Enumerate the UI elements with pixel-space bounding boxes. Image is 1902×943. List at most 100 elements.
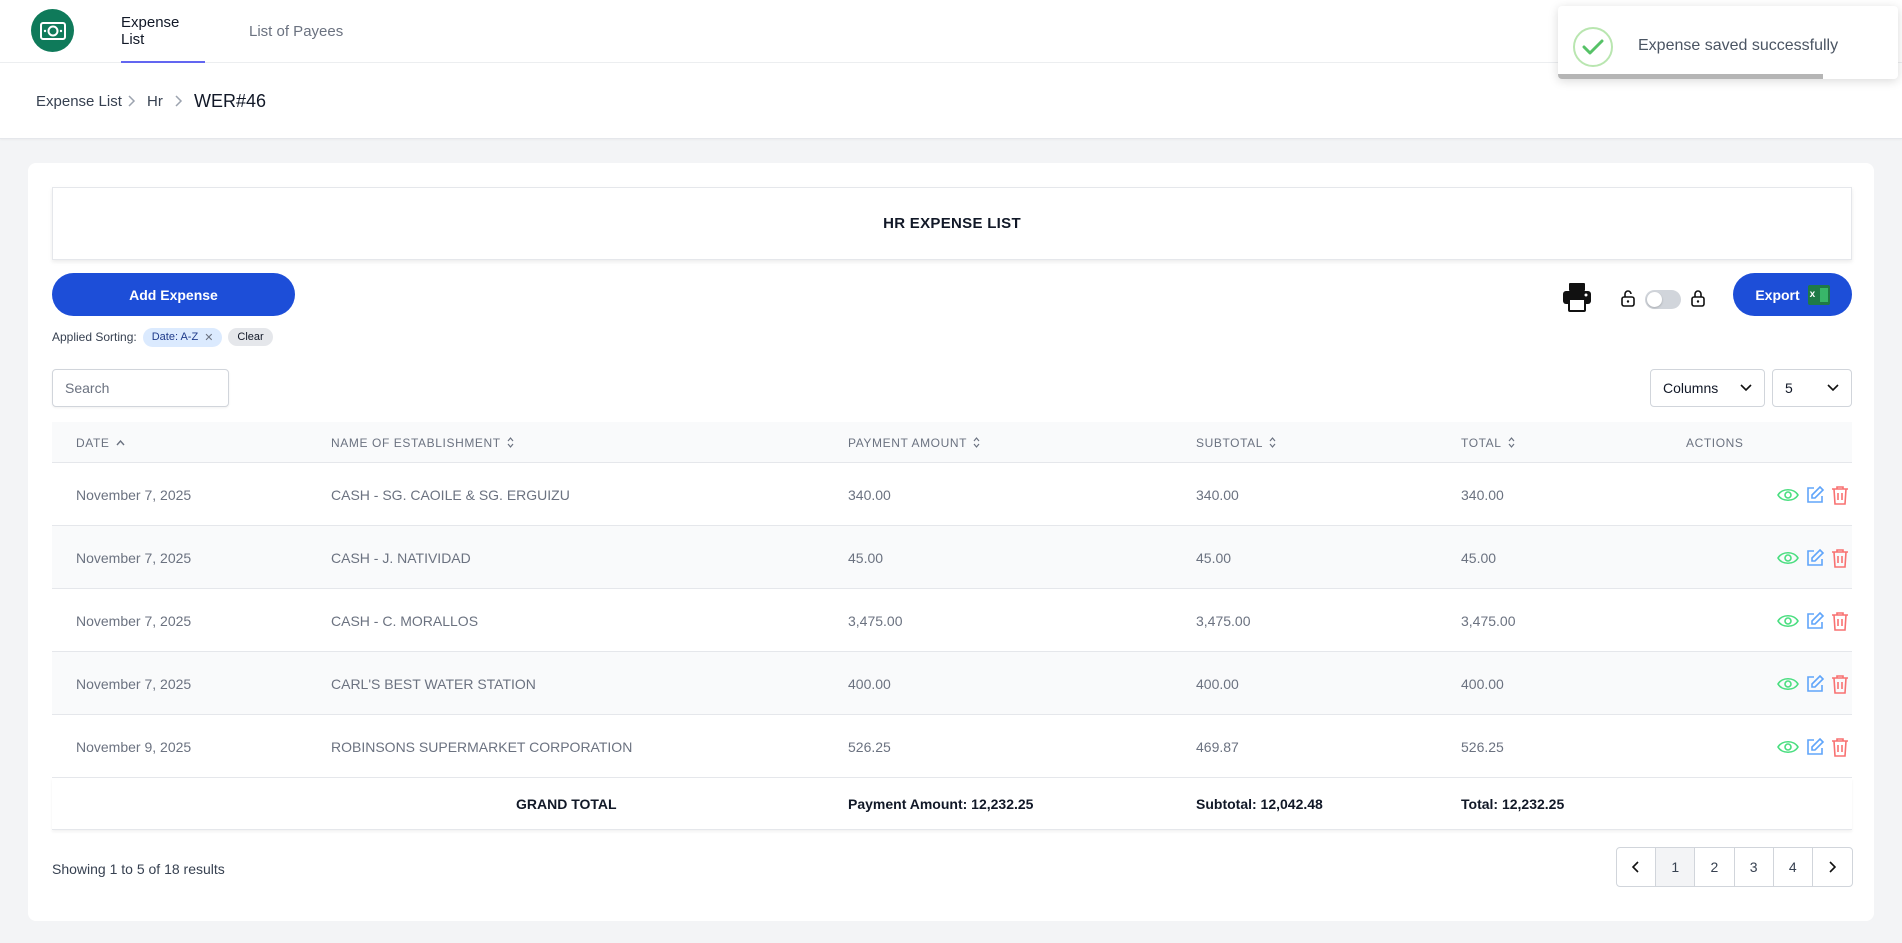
cell-total: 526.25	[1461, 738, 1504, 755]
chevron-down-icon	[1827, 384, 1839, 392]
edit-icon[interactable]	[1805, 485, 1825, 505]
grand-total-row: GRAND TOTAL Payment Amount: 12,232.25 Su…	[52, 778, 1852, 830]
app-logo[interactable]	[31, 9, 74, 52]
header-payment-label: PAYMENT AMOUNT	[848, 435, 968, 450]
eye-icon[interactable]	[1777, 550, 1799, 566]
cell-name: CASH - C. MORALLOS	[331, 612, 479, 629]
sort-icon	[973, 437, 980, 448]
edit-icon[interactable]	[1805, 548, 1825, 568]
table-row[interactable]: November 9, 2025 ROBINSONS SUPERMARKET C…	[52, 715, 1852, 778]
trash-icon[interactable]	[1831, 548, 1849, 568]
eye-icon[interactable]	[1777, 487, 1799, 503]
breadcrumb-hr[interactable]: Hr	[147, 63, 163, 139]
header-total[interactable]: TOTAL	[1461, 422, 1515, 463]
expense-card: HR EXPENSE LIST Add Expense Export x App…	[28, 163, 1874, 921]
breadcrumb-expense-list[interactable]: Expense List	[36, 63, 122, 139]
table-header: DATE NAME OF ESTABLISHMENT PAYMENT AMOUN…	[52, 422, 1852, 463]
check-icon	[1573, 27, 1613, 67]
cell-total: 45.00	[1461, 549, 1497, 566]
row-actions	[1777, 715, 1849, 778]
table-row[interactable]: November 7, 2025 CASH - SG. CAOILE & SG.…	[52, 463, 1852, 526]
page-3-button[interactable]: 3	[1735, 848, 1774, 886]
trash-icon[interactable]	[1831, 485, 1849, 505]
cell-subtotal: 3,475.00	[1196, 612, 1251, 629]
toast-message: Expense saved successfully	[1638, 37, 1839, 54]
sort-chip-label: Date: A-Z	[151, 331, 199, 343]
lock-toggle[interactable]	[1645, 290, 1681, 309]
cell-payment: 340.00	[848, 486, 891, 503]
table-row[interactable]: November 7, 2025 CARL'S BEST WATER STATI…	[52, 652, 1852, 715]
chevron-left-icon	[1632, 861, 1639, 873]
row-actions	[1777, 463, 1849, 526]
success-toast[interactable]: Expense saved successfully	[1558, 6, 1898, 79]
chevron-right-icon	[173, 63, 183, 139]
rows-per-page-value: 5	[1785, 380, 1793, 396]
cell-name: ROBINSONS SUPERMARKET CORPORATION	[331, 738, 633, 755]
applied-sorting-label: Applied Sorting:	[52, 330, 137, 344]
trash-icon[interactable]	[1831, 611, 1849, 631]
cell-total: 400.00	[1461, 675, 1504, 692]
pagination: 1 2 3 4	[1616, 847, 1853, 887]
cell-name: CASH - SG. CAOILE & SG. ERGUIZU	[331, 486, 570, 503]
row-actions	[1777, 589, 1849, 652]
edit-icon[interactable]	[1805, 611, 1825, 631]
tab-list-of-payees[interactable]: List of Payees	[249, 0, 343, 63]
page-4-button[interactable]: 4	[1774, 848, 1813, 886]
page-1-button[interactable]: 1	[1656, 848, 1696, 886]
tab-expense-list[interactable]: Expense List	[121, 0, 205, 63]
prev-page-button[interactable]	[1617, 848, 1657, 886]
page-2-button[interactable]: 2	[1695, 848, 1735, 886]
search-input[interactable]	[52, 369, 229, 407]
table-row[interactable]: November 7, 2025 CASH - J. NATIVIDAD 45.…	[52, 526, 1852, 589]
add-expense-button[interactable]: Add Expense	[52, 273, 295, 316]
columns-select[interactable]: Columns	[1650, 369, 1765, 407]
columns-select-label: Columns	[1663, 380, 1719, 396]
breadcrumb-current: WER#46	[194, 90, 267, 111]
edit-icon[interactable]	[1805, 737, 1825, 757]
cell-subtotal: 45.00	[1196, 549, 1232, 566]
cell-payment: 3,475.00	[848, 612, 903, 629]
trash-icon[interactable]	[1831, 674, 1849, 694]
cell-date: November 7, 2025	[76, 486, 192, 503]
lock-icon	[1689, 289, 1707, 307]
header-subtotal[interactable]: SUBTOTAL	[1196, 422, 1276, 463]
sort-asc-icon	[115, 439, 125, 445]
cell-payment: 526.25	[848, 738, 891, 755]
clear-sorting-button[interactable]: Clear	[228, 328, 273, 346]
header-name[interactable]: NAME OF ESTABLISHMENT	[331, 422, 514, 463]
header-actions: ACTIONS	[1686, 435, 1744, 450]
rows-per-page-select[interactable]: 5	[1772, 369, 1852, 407]
export-button[interactable]: Export x	[1733, 273, 1852, 316]
excel-icon: x	[1807, 284, 1830, 305]
sort-icon	[507, 437, 514, 448]
cell-total: 3,475.00	[1461, 612, 1516, 629]
cell-payment: 400.00	[848, 675, 891, 692]
cell-subtotal: 340.00	[1196, 486, 1239, 503]
money-icon	[39, 21, 66, 40]
eye-icon[interactable]	[1777, 739, 1799, 755]
next-page-button[interactable]	[1813, 848, 1852, 886]
trash-icon[interactable]	[1831, 737, 1849, 757]
grand-total-total: Total: 12,232.25	[1461, 796, 1565, 812]
eye-icon[interactable]	[1777, 613, 1799, 629]
cell-subtotal: 469.87	[1196, 738, 1239, 755]
table-row[interactable]: November 7, 2025 CASH - C. MORALLOS 3,47…	[52, 589, 1852, 652]
printer-icon[interactable]	[1561, 282, 1593, 312]
header-date[interactable]: DATE	[76, 422, 125, 463]
header-name-label: NAME OF ESTABLISHMENT	[331, 435, 501, 450]
close-icon[interactable]: ✕	[204, 331, 213, 344]
cell-name: CASH - J. NATIVIDAD	[331, 549, 471, 566]
grand-total-payment: Payment Amount: 12,232.25	[848, 796, 1034, 812]
edit-icon[interactable]	[1805, 674, 1825, 694]
header-total-label: TOTAL	[1461, 435, 1502, 450]
row-actions	[1777, 526, 1849, 589]
page-title: HR EXPENSE LIST	[52, 187, 1852, 260]
eye-icon[interactable]	[1777, 676, 1799, 692]
cell-date: November 7, 2025	[76, 549, 192, 566]
cell-name: CARL'S BEST WATER STATION	[331, 675, 536, 692]
chevron-down-icon	[1740, 384, 1752, 392]
chevron-right-icon	[126, 63, 136, 139]
toast-progress-bar	[1558, 74, 1824, 79]
chevron-right-icon	[1829, 861, 1837, 873]
header-payment[interactable]: PAYMENT AMOUNT	[848, 422, 980, 463]
